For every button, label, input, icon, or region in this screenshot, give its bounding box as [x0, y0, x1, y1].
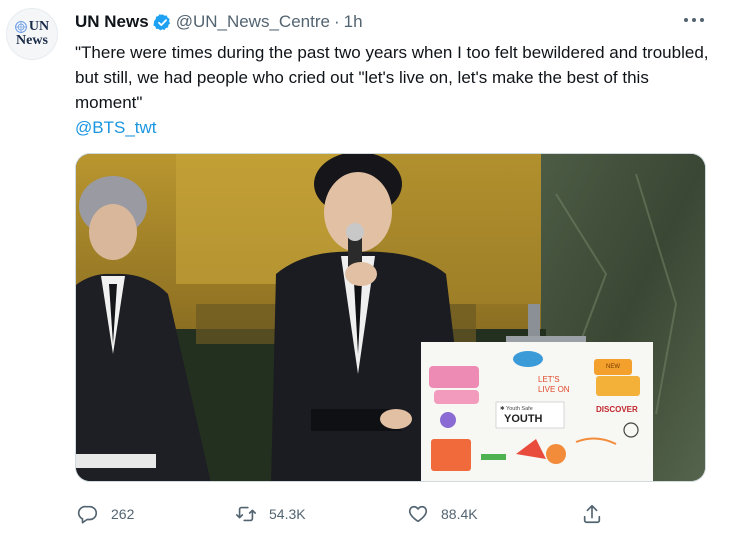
more-icon[interactable]: [684, 12, 704, 28]
reply-button[interactable]: 262: [77, 500, 134, 528]
reply-icon: [77, 505, 98, 524]
retweet-button[interactable]: 54.3K: [235, 500, 306, 528]
separator-dot: ·: [333, 12, 340, 31]
like-count: 88.4K: [441, 506, 478, 522]
retweet-icon: [236, 506, 256, 522]
mention-link[interactable]: @BTS_twt: [75, 115, 157, 140]
verified-badge-icon: [153, 13, 170, 30]
tweet-time[interactable]: 1h: [344, 12, 363, 32]
avatar-top-row: UN: [15, 20, 49, 34]
tweet-media[interactable]: LET'S LIVE ON ✱ Youth Safe YOUTH NEW DIS…: [75, 153, 706, 482]
avatar-text: UN: [28, 19, 50, 34]
board-line1: LET'S: [538, 375, 560, 384]
avatar-text-news: News: [16, 33, 48, 48]
media-photo: LET'S LIVE ON ✱ Youth Safe YOUTH NEW DIS…: [76, 154, 705, 481]
tweet-text: "There were times during the past two ye…: [75, 43, 709, 112]
tweet-header: UN News @UN_News_Centre · 1h: [75, 11, 363, 33]
board-youth: YOUTH: [504, 413, 543, 425]
board-line2: LIVE ON: [538, 385, 570, 394]
author-name[interactable]: UN News: [75, 12, 149, 32]
avatar[interactable]: UN News: [6, 8, 58, 60]
author-handle[interactable]: @UN_News_Centre: [176, 12, 330, 32]
tweet[interactable]: UN News UN News @UN_News_Centre · 1h "Th…: [0, 0, 731, 540]
like-button[interactable]: 88.4K: [407, 500, 478, 528]
board-discover: DISCOVER: [596, 405, 638, 414]
like-icon: [408, 505, 428, 523]
board-new: NEW: [606, 364, 620, 370]
un-emblem-icon: [15, 21, 27, 33]
board-youth-top: ✱ Youth Safe: [500, 405, 533, 412]
tweet-actions: 262 54.3K 88.4K: [75, 500, 615, 528]
share-icon: [583, 504, 601, 524]
reply-count: 262: [111, 506, 135, 522]
share-button[interactable]: [581, 500, 603, 528]
retweet-count: 54.3K: [269, 506, 306, 522]
